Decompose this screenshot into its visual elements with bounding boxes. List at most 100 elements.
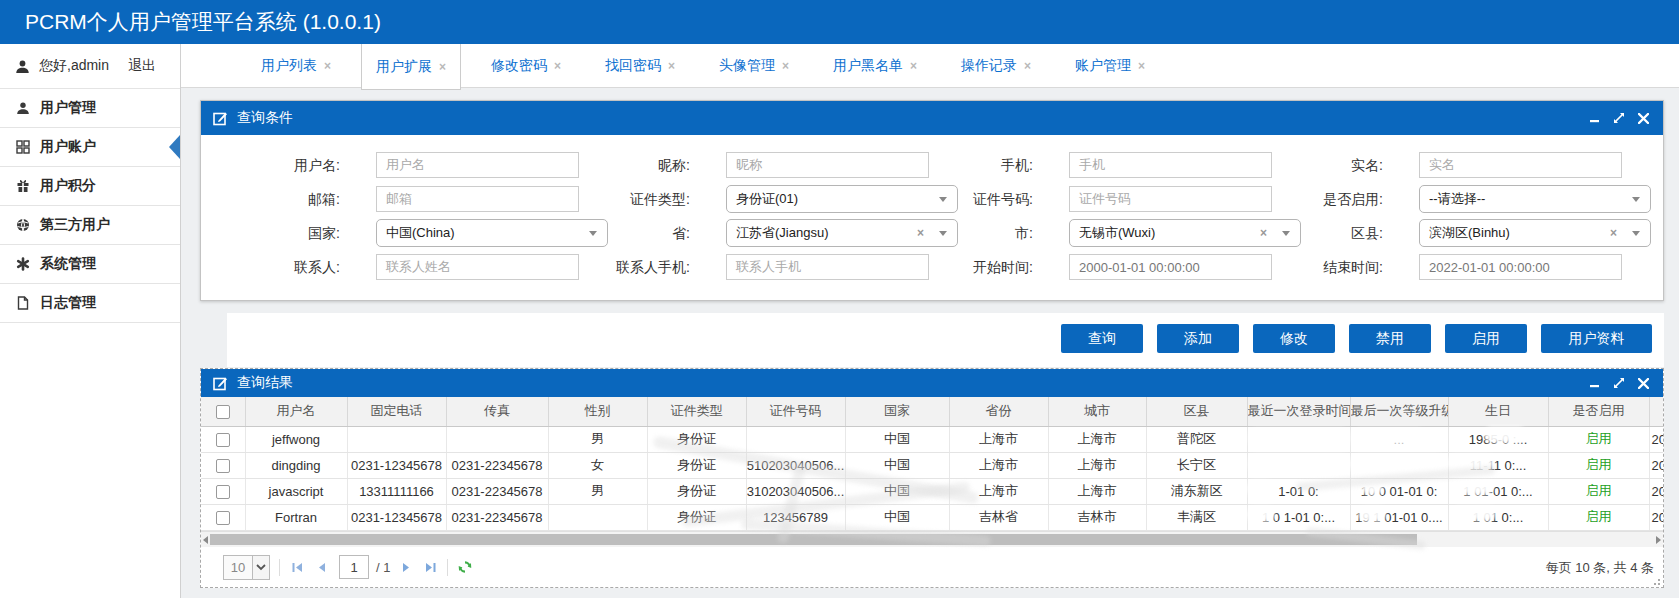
column-header: 区县 — [1146, 397, 1247, 426]
tab-close-icon[interactable]: × — [554, 59, 561, 73]
minimize-icon[interactable] — [1583, 108, 1607, 128]
close-icon[interactable] — [1631, 108, 1655, 128]
close-icon[interactable] — [1631, 373, 1655, 393]
field-label: 证件号码: — [861, 185, 1033, 213]
resize-grip[interactable] — [1651, 576, 1661, 586]
logout-link[interactable]: 退出 — [128, 57, 156, 75]
field-label: 是否启用: — [1211, 185, 1383, 213]
field-label: 实名: — [1211, 151, 1383, 179]
sidebar-item-1[interactable]: 用户账户 — [0, 128, 180, 167]
sidebar-item-label: 用户积分 — [40, 177, 96, 195]
row-checkbox[interactable] — [216, 511, 230, 525]
table-cell: 20 — [1649, 478, 1663, 504]
refresh-icon[interactable] — [457, 559, 473, 575]
sidebar-item-4[interactable]: 系统管理 — [0, 245, 180, 284]
tab-4[interactable]: 头像管理× — [705, 44, 803, 88]
row-checkbox[interactable] — [216, 459, 230, 473]
sidebar-item-0[interactable]: 用户管理 — [0, 89, 180, 128]
tab-close-icon[interactable]: × — [1024, 59, 1031, 73]
scroll-left-icon[interactable] — [203, 536, 208, 544]
clear-icon[interactable]: × — [1610, 226, 1617, 240]
sidebar-item-5[interactable]: 日志管理 — [0, 284, 180, 323]
table-row: Fortran0231-123456780231-22345678身份证1234… — [201, 504, 1663, 530]
table-cell: 女 — [548, 452, 647, 478]
table-cell: 身份证 — [647, 452, 746, 478]
action-button-5[interactable]: 用户资料 — [1541, 324, 1652, 353]
datetime-input[interactable]: 2022-01-01 00:00:00 — [1419, 254, 1622, 280]
action-button-0[interactable]: 查询 — [1061, 324, 1143, 353]
scroll-right-icon[interactable] — [1656, 536, 1661, 544]
table-cell: 1-01 0: — [1247, 478, 1350, 504]
maximize-icon[interactable] — [1607, 108, 1631, 128]
column-header: 固定电话 — [347, 397, 446, 426]
table-cell: 中国 — [845, 426, 949, 452]
tab-label: 账户管理 — [1075, 57, 1131, 75]
page-number-input[interactable]: 1 — [339, 555, 369, 579]
table-cell: 0231-22345678 — [446, 478, 548, 504]
tab-7[interactable]: 账户管理 × — [1061, 44, 1159, 88]
tab-close-icon[interactable]: × — [782, 59, 789, 73]
action-button-4[interactable]: 启用 — [1445, 324, 1527, 353]
row-checkbox[interactable] — [216, 433, 230, 447]
tab-2[interactable]: 修改密码× — [477, 44, 575, 88]
page-size-value: 10 — [223, 555, 253, 580]
table-cell: 20 — [1649, 426, 1663, 452]
prev-page-icon[interactable] — [313, 559, 329, 575]
tab-5[interactable]: 用户黑名单× — [819, 44, 931, 88]
column-header: 城市 — [1048, 397, 1146, 426]
table-cell: 510203040506... — [746, 452, 845, 478]
combobox[interactable]: 滨湖区(Binhu)× — [1419, 219, 1651, 247]
greeting-text: 您好,admin — [39, 57, 109, 75]
chevron-down-icon — [1632, 231, 1640, 236]
action-button-3[interactable]: 禁用 — [1349, 324, 1431, 353]
table-cell: 上海市 — [949, 426, 1048, 452]
action-button-2[interactable]: 修改 — [1253, 324, 1335, 353]
table-cell: 19 1 01-01 0.... — [1350, 504, 1448, 530]
tab-0[interactable]: 用户列表× — [247, 44, 345, 88]
horizontal-scrollbar[interactable] — [201, 531, 1663, 547]
table-cell: 13311111166 — [347, 478, 446, 504]
table-cell: ... — [1350, 426, 1448, 452]
minimize-icon[interactable] — [1583, 373, 1607, 393]
next-page-icon[interactable] — [398, 559, 414, 575]
sidebar-item-label: 用户账户 — [40, 138, 96, 156]
column-header: 证件号码 — [746, 397, 845, 426]
combobox-value: --请选择-- — [1429, 190, 1485, 208]
user-avatar-icon — [15, 59, 30, 74]
tab-6[interactable]: 操作记录× — [947, 44, 1045, 88]
column-header — [1649, 397, 1663, 426]
tab-close-icon[interactable]: × — [1138, 59, 1145, 73]
select-all-checkbox[interactable] — [216, 405, 230, 419]
tab-bar: 用户列表× 用户扩展× 修改密码× 找回密码× 头像管理× 用户黑名单× 操作记录× 账户管理… — [181, 44, 1679, 88]
pagination-bar: 10 1 / 1 每页 10 条, 共 4 条 — [201, 547, 1663, 588]
tab-close-icon[interactable]: × — [910, 59, 917, 73]
first-page-icon[interactable] — [289, 559, 305, 575]
combobox[interactable]: --请选择-- — [1419, 185, 1651, 213]
table-row: dingding0231-123456780231-22345678女身份证51… — [201, 452, 1663, 478]
sidebar-item-2[interactable]: 用户积分 — [0, 167, 180, 206]
tab-close-icon[interactable]: × — [324, 59, 331, 73]
field-label: 国家: — [211, 219, 340, 247]
tab-close-icon[interactable]: × — [668, 59, 675, 73]
tab-close-icon[interactable]: × — [439, 60, 446, 74]
field-label: 联系人手机: — [531, 253, 690, 281]
results-panel-header: 查询结果 — [201, 369, 1663, 397]
tab-3[interactable]: 找回密码× — [591, 44, 689, 88]
row-checkbox[interactable] — [216, 485, 230, 499]
sidebar-user: 您好,admin 退出 — [0, 44, 180, 89]
text-input[interactable]: 实名 — [1419, 152, 1622, 178]
action-button-1[interactable]: 添加 — [1157, 324, 1239, 353]
file-icon — [15, 296, 30, 311]
select-all-header — [201, 397, 245, 426]
field-label: 结束时间: — [1211, 253, 1383, 281]
page-size-select[interactable]: 10 — [223, 555, 270, 580]
last-page-icon[interactable] — [422, 559, 438, 575]
sidebar-item-3[interactable]: 第三方用户 — [0, 206, 180, 245]
table-cell — [1247, 426, 1350, 452]
table-cell: 20 — [1649, 452, 1663, 478]
maximize-icon[interactable] — [1607, 373, 1631, 393]
sidebar-item-label: 第三方用户 — [40, 216, 110, 234]
scrollbar-thumb[interactable] — [210, 534, 1417, 545]
table-cell: 1 01 0:... — [1448, 504, 1548, 530]
tab-1[interactable]: 用户扩展× — [361, 44, 461, 90]
